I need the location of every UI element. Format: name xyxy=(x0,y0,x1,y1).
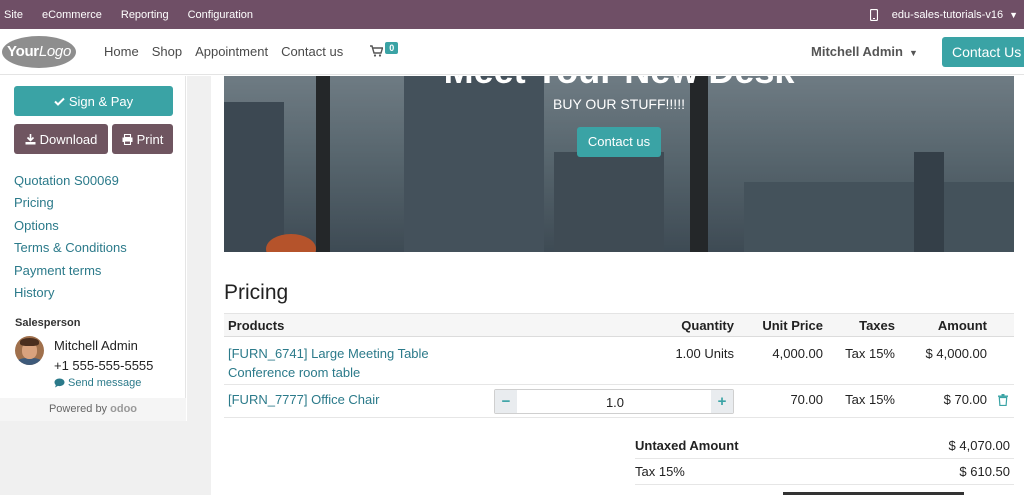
cart-icon xyxy=(370,44,384,57)
product-unit-price: 70.00 xyxy=(790,392,823,407)
quantity-stepper: − 1.0 + xyxy=(494,389,734,414)
header-amount: Amount xyxy=(937,318,987,333)
avatar-hair xyxy=(20,338,39,346)
header-unit-price: Unit Price xyxy=(762,318,823,333)
main-navbar: YourLogo Home Shop Appointment Contact u… xyxy=(0,29,1024,75)
header-taxes: Taxes xyxy=(859,318,895,333)
admin-menu-configuration[interactable]: Configuration xyxy=(188,9,253,21)
database-selector[interactable]: edu-sales-tutorials-v16 ▼ xyxy=(869,8,1024,21)
chevron-down-icon: ▼ xyxy=(908,48,918,58)
product-quantity: 1.00 Units xyxy=(675,346,734,361)
toc-pricing[interactable]: Pricing xyxy=(14,196,127,218)
contact-us-button[interactable]: Contact Us xyxy=(942,37,1024,67)
cart-link[interactable]: 0 xyxy=(370,41,400,62)
mobile-preview-icon[interactable] xyxy=(869,8,878,21)
print-label: Print xyxy=(136,131,164,147)
table-of-contents: Quotation S00069 Pricing Options Terms &… xyxy=(14,173,127,308)
header-products: Products xyxy=(228,318,285,333)
send-message-link[interactable]: Send message xyxy=(54,377,141,389)
admin-bar: Site eCommerce Reporting Configuration e… xyxy=(0,0,1024,29)
product-unit-price: 4,000.00 xyxy=(772,346,823,361)
sidebar-background xyxy=(0,421,187,495)
logo-text-bold: Your xyxy=(6,42,39,60)
tax-row: Tax 15% $ 610.50 xyxy=(635,459,1014,485)
product-name[interactable]: [FURN_7777] Office Chair xyxy=(228,392,380,407)
untaxed-amount-row: Untaxed Amount $ 4,070.00 xyxy=(635,433,1014,459)
nav-home[interactable]: Home xyxy=(104,44,139,59)
chevron-down-icon: ▼ xyxy=(1009,9,1018,20)
odoo-brand[interactable]: odoo xyxy=(110,403,137,415)
nav-shop[interactable]: Shop xyxy=(152,44,182,59)
chat-bubble-icon xyxy=(54,378,65,388)
salesperson-avatar xyxy=(15,336,44,365)
download-label: Download xyxy=(39,131,98,147)
print-icon xyxy=(122,133,133,145)
admin-menu-site[interactable]: Site xyxy=(4,9,23,21)
print-button[interactable]: Print xyxy=(112,124,173,154)
quotation-sidebar: Sign & Pay Download Print Quotation S000… xyxy=(0,76,186,421)
sign-pay-label: Sign & Pay xyxy=(68,93,134,109)
table-row: [FURN_6741] Large Meeting Table Conferen… xyxy=(224,337,1014,385)
salesperson-name: Mitchell Admin xyxy=(54,338,138,353)
toc-history[interactable]: History xyxy=(14,285,127,308)
nav-links: Home Shop Appointment Contact us 0 xyxy=(104,41,400,62)
admin-menu-reporting[interactable]: Reporting xyxy=(121,9,169,21)
quantity-increase-button[interactable]: + xyxy=(711,390,733,413)
product-amount: $ 70.00 xyxy=(943,392,987,407)
table-row: [FURN_7777] Office Chair − 1.0 + 70.00 T… xyxy=(224,385,1014,418)
table-header: Products Quantity Unit Price Taxes Amoun… xyxy=(224,313,1014,337)
site-logo[interactable]: YourLogo xyxy=(2,35,76,68)
salesperson-phone: +1 555-555-5555 xyxy=(54,358,154,373)
send-message-label: Send message xyxy=(68,377,142,389)
toc-quotation[interactable]: Quotation S00069 xyxy=(14,173,127,196)
database-name: edu-sales-tutorials-v16 xyxy=(891,8,1004,21)
header-quantity: Quantity xyxy=(681,318,734,333)
nav-contact-us[interactable]: Contact us xyxy=(281,44,343,59)
toc-options[interactable]: Options xyxy=(14,218,127,241)
sign-pay-button[interactable]: Sign & Pay xyxy=(14,86,173,116)
nav-appointment[interactable]: Appointment xyxy=(195,44,268,59)
sidebar-gutter xyxy=(187,76,211,495)
salesperson-heading: Salesperson xyxy=(15,317,81,329)
download-button[interactable]: Download xyxy=(14,124,108,154)
hero-contact-button[interactable]: Contact us xyxy=(577,127,661,157)
toc-terms-conditions[interactable]: Terms & Conditions xyxy=(14,241,127,263)
powered-by-footer: Powered by odoo xyxy=(0,398,186,421)
toc-payment-terms[interactable]: Payment terms xyxy=(14,263,127,286)
product-description: Conference room table xyxy=(228,365,361,380)
check-icon xyxy=(54,97,65,106)
hero-tagline: BUY OUR STUFF!!!!! xyxy=(553,96,685,112)
product-taxes: Tax 15% xyxy=(845,346,895,361)
product-taxes: Tax 15% xyxy=(845,392,895,407)
logo-text: YourLogo xyxy=(2,36,76,68)
cart-count-badge: 0 xyxy=(385,41,399,54)
user-menu[interactable]: Mitchell Admin ▼ xyxy=(811,44,918,59)
product-amount: $ 4,000.00 xyxy=(925,346,987,361)
untaxed-amount-label: Untaxed Amount xyxy=(635,438,739,453)
user-name: Mitchell Admin xyxy=(811,44,903,59)
pricing-title: Pricing xyxy=(224,281,289,304)
hero-banner: Meet Your New Desk BUY OUR STUFF!!!!! Co… xyxy=(224,76,1014,252)
avatar-shirt xyxy=(17,358,42,365)
logo-text-rest: Logo xyxy=(38,42,72,60)
admin-menu-ecommerce[interactable]: eCommerce xyxy=(42,9,102,21)
trash-icon[interactable] xyxy=(998,394,1008,406)
quantity-input[interactable]: 1.0 xyxy=(517,390,713,413)
download-icon xyxy=(25,133,36,144)
quantity-decrease-button[interactable]: − xyxy=(495,390,517,413)
product-name[interactable]: [FURN_6741] Large Meeting Table xyxy=(228,346,429,361)
hero-title: Meet Your New Desk xyxy=(384,76,854,86)
powered-by-label: Powered by xyxy=(48,403,108,415)
tax-value: $ 610.50 xyxy=(959,464,1010,479)
tax-label: Tax 15% xyxy=(635,464,685,479)
untaxed-amount-value: $ 4,070.00 xyxy=(948,438,1010,453)
